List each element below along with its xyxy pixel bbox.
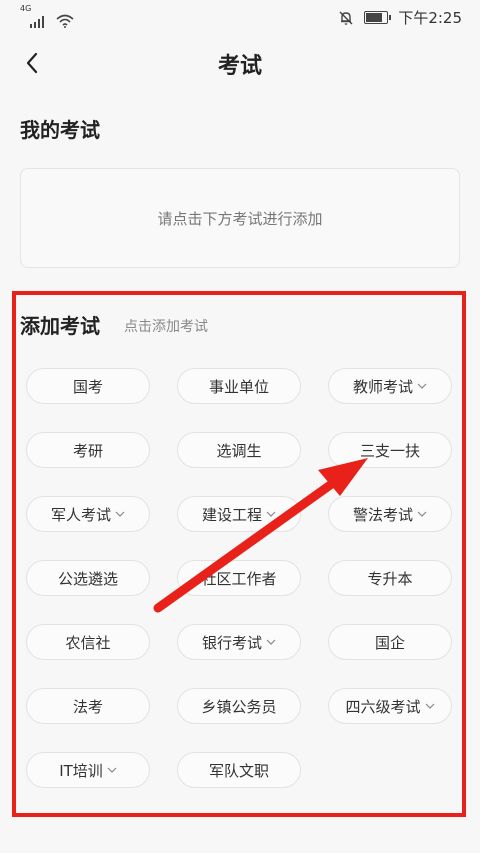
exam-chip[interactable]: 银行考试 [177,624,301,660]
exam-chip[interactable]: 三支一扶 [328,432,452,468]
exam-chip[interactable]: 建设工程 [177,496,301,532]
exam-chip-label: 社区工作者 [201,569,277,588]
status-right: 下午2:25 [338,7,462,28]
exam-chip[interactable]: 国考 [26,368,150,404]
add-exams-hint: 点击添加考试 [124,319,208,335]
exam-chip[interactable]: 考研 [26,432,150,468]
my-exams-title: 我的考试 [20,118,100,142]
exam-chip-label: 建设工程 [201,505,262,524]
exam-chip-label: 国考 [72,377,103,396]
exam-chip-label: IT培训 [59,761,103,780]
exam-chip-label: 银行考试 [201,633,262,652]
exam-chip-label: 军人考试 [50,505,111,524]
exam-chip[interactable]: 农信社 [26,624,150,660]
exam-chip-label: 国企 [374,633,405,652]
exam-chip[interactable]: 事业单位 [177,368,301,404]
exam-chip-label: 四六级考试 [345,697,421,716]
exam-chip[interactable]: 社区工作者 [177,560,301,596]
status-bar: 4G 下午2:25 [0,0,480,34]
wifi-icon [56,14,74,28]
page-title: 考试 [217,54,262,79]
exam-chip[interactable]: 选调生 [177,432,301,468]
exam-chip[interactable]: 军队文职 [177,752,301,788]
chevron-down-icon [425,703,434,709]
chevron-down-icon [266,639,276,645]
exam-chip-label: 事业单位 [208,377,269,396]
chevron-down-icon [417,383,427,389]
chevron-down-icon [115,511,125,517]
exam-chip-label: 教师考试 [352,377,413,396]
exam-chip[interactable]: 乡镇公务员 [177,688,301,724]
exam-chip[interactable]: 警法考试 [328,496,452,532]
exam-chip[interactable]: 专升本 [328,560,452,596]
exam-chip-label: 三支一扶 [359,441,420,460]
network-label: 4G [20,4,32,13]
exam-chip-label: 警法考试 [352,505,413,524]
add-exams-title: 添加考试 [20,314,100,338]
status-left: 4G [20,4,74,28]
bell-off-icon [339,11,353,25]
exam-chip[interactable]: IT培训 [26,752,150,788]
exam-chip-label: 乡镇公务员 [201,697,277,716]
exam-chip[interactable]: 军人考试 [26,496,150,532]
chevron-down-icon [266,511,276,517]
exam-chip[interactable]: 四六级考试 [328,688,452,724]
exam-chip-label: 公选遴选 [57,569,118,588]
my-exams-empty-text: 请点击下方考试进行添加 [157,209,323,228]
exam-chip-label: 法考 [72,697,103,716]
signal-icon [30,14,44,28]
exam-chip[interactable]: 公选遴选 [26,560,150,596]
status-time: 下午2:25 [398,9,462,27]
exam-chip-label: 选调生 [216,441,262,460]
chevron-down-icon [107,767,117,773]
nav-bar: 考试 [0,34,480,94]
exam-chip-label: 农信社 [65,633,111,652]
exam-chip[interactable]: 法考 [26,688,150,724]
exam-chip-label: 考研 [72,441,103,460]
exam-chip-label: 专升本 [367,569,413,588]
my-exams-empty-card: 请点击下方考试进行添加 [20,168,460,268]
exam-chip-label: 军队文职 [208,761,269,780]
exam-chip[interactable]: 国企 [328,624,452,660]
battery-icon [364,11,392,24]
chevron-down-icon [417,511,427,517]
exam-chip[interactable]: 教师考试 [328,368,452,404]
